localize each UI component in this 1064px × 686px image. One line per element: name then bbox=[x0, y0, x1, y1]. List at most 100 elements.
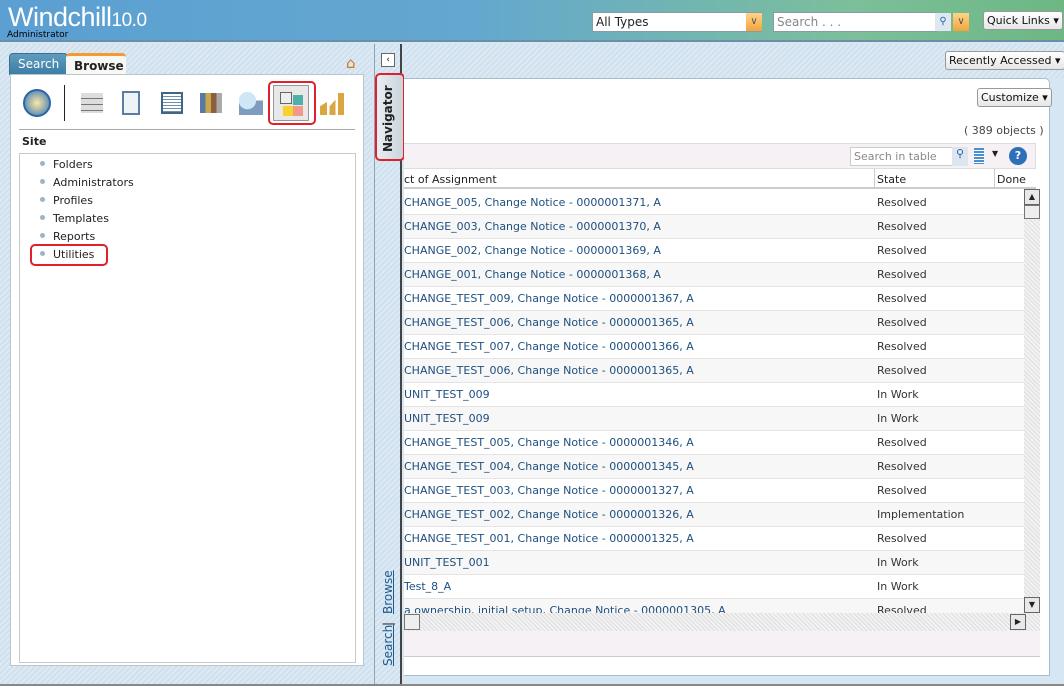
table-row: UNIT_TEST_009 In Work bbox=[404, 407, 1024, 431]
collapse-icon[interactable]: ‹ bbox=[381, 53, 395, 67]
table-footer bbox=[404, 631, 1040, 657]
tree-item-profiles[interactable]: Profiles bbox=[40, 194, 93, 207]
subject-link[interactable]: CHANGE_005, Change Notice - 0000001371, … bbox=[404, 196, 661, 209]
table-search-input[interactable]: Search in table bbox=[850, 147, 954, 166]
state-cell: Resolved bbox=[877, 316, 927, 329]
table-row: CHANGE_TEST_004, Change Notice - 0000001… bbox=[404, 455, 1024, 479]
state-cell: Resolved bbox=[877, 604, 927, 613]
state-cell: Resolved bbox=[877, 340, 927, 353]
assignments-panel: Customize ▾ ( 389 objects ) Search in ta… bbox=[404, 78, 1052, 676]
subject-link[interactable]: CHANGE_TEST_007, Change Notice - 0000001… bbox=[404, 340, 694, 353]
state-cell: In Work bbox=[877, 556, 919, 569]
subject-link[interactable]: UNIT_TEST_001 bbox=[404, 556, 490, 569]
search-icon[interactable]: ⚲ bbox=[935, 13, 951, 31]
libraries-icon[interactable] bbox=[161, 92, 183, 114]
subject-link[interactable]: CHANGE_003, Change Notice - 0000001370, … bbox=[404, 220, 661, 233]
scroll-up-icon[interactable]: ▲ bbox=[1024, 189, 1040, 205]
tree-item-reports[interactable]: Reports bbox=[39, 230, 95, 243]
table-toolbar: Search in table ⚲ ▼ ? bbox=[404, 143, 1036, 169]
subject-link[interactable]: CHANGE_TEST_006, Change Notice - 0000001… bbox=[404, 364, 694, 377]
state-cell: Resolved bbox=[877, 292, 927, 305]
scroll-thumb[interactable] bbox=[1024, 205, 1040, 219]
table-row: UNIT_TEST_009 In Work bbox=[404, 383, 1024, 407]
subject-link[interactable]: a ownership, initial setup, Change Notic… bbox=[404, 604, 726, 613]
table-body: CHANGE_005, Change Notice - 0000001371, … bbox=[404, 191, 1024, 613]
reports-icon[interactable] bbox=[320, 93, 344, 115]
table-header: ct of Assignment State Done bbox=[404, 169, 1036, 189]
state-cell: Resolved bbox=[877, 484, 927, 497]
browse-panel: Site Folders Administrators Profiles Tem… bbox=[10, 74, 364, 666]
search-icon[interactable]: ⚲ bbox=[952, 147, 968, 166]
vertical-scrollbar[interactable]: ▲ ▼ bbox=[1024, 189, 1040, 613]
projects-icon[interactable] bbox=[122, 91, 140, 115]
products-icon[interactable] bbox=[81, 93, 103, 113]
subject-link[interactable]: CHANGE_TEST_009, Change Notice - 0000001… bbox=[404, 292, 694, 305]
column-subject[interactable]: ct of Assignment bbox=[404, 173, 497, 186]
table-row: CHANGE_TEST_009, Change Notice - 0000001… bbox=[404, 287, 1024, 311]
table-row: CHANGE_TEST_001, Change Notice - 0000001… bbox=[404, 527, 1024, 551]
subject-link[interactable]: UNIT_TEST_009 bbox=[404, 388, 490, 401]
table-row: UNIT_TEST_001 In Work bbox=[404, 551, 1024, 575]
object-count: ( 389 objects ) bbox=[964, 124, 1044, 137]
programs-icon[interactable] bbox=[200, 93, 222, 113]
columns-icon[interactable] bbox=[974, 148, 984, 164]
table-row: CHANGE_TEST_006, Change Notice - 0000001… bbox=[404, 311, 1024, 335]
help-icon[interactable]: ? bbox=[1009, 147, 1027, 165]
recently-accessed-button[interactable]: Recently Accessed ▾ bbox=[945, 51, 1064, 70]
nav-search-link[interactable]: Search bbox=[381, 625, 395, 666]
table-row: CHANGE_001, Change Notice - 0000001368, … bbox=[404, 263, 1024, 287]
tree-item-templates[interactable]: Templates bbox=[40, 212, 109, 225]
tab-browse[interactable]: Browse bbox=[66, 53, 126, 75]
navigator-title: Navigator bbox=[381, 85, 395, 152]
customize-button[interactable]: Customize ▾ bbox=[977, 88, 1052, 107]
column-done[interactable]: Done bbox=[997, 173, 1026, 186]
state-cell: In Work bbox=[877, 580, 919, 593]
subject-link[interactable]: CHANGE_TEST_005, Change Notice - 0000001… bbox=[404, 436, 694, 449]
tab-search[interactable]: Search bbox=[9, 53, 69, 75]
table-row: CHANGE_002, Change Notice - 0000001369, … bbox=[404, 239, 1024, 263]
subject-link[interactable]: CHANGE_002, Change Notice - 0000001369, … bbox=[404, 244, 661, 257]
tree-item-administrators[interactable]: Administrators bbox=[40, 176, 134, 189]
nav-browse-link[interactable]: Browse bbox=[381, 570, 395, 614]
table-row: CHANGE_TEST_006, Change Notice - 0000001… bbox=[404, 359, 1024, 383]
selected-tool-highlight bbox=[268, 81, 316, 125]
table-row: CHANGE_005, Change Notice - 0000001371, … bbox=[404, 191, 1024, 215]
state-cell: Resolved bbox=[877, 532, 927, 545]
home-icon[interactable]: ⌂ bbox=[346, 54, 356, 72]
subject-link[interactable]: CHANGE_TEST_003, Change Notice - 0000001… bbox=[404, 484, 694, 497]
organizations-icon[interactable] bbox=[239, 91, 263, 115]
chevron-down-icon[interactable]: ▼ bbox=[992, 149, 998, 158]
state-cell: Resolved bbox=[877, 436, 927, 449]
scroll-down-icon[interactable]: ▼ bbox=[1024, 597, 1040, 613]
state-cell: Resolved bbox=[877, 196, 927, 209]
site-tree: Folders Administrators Profiles Template… bbox=[19, 153, 356, 663]
navigator-bar: ‹ Navigator Browse | Search bbox=[374, 44, 405, 684]
app-header: Windchill10.0 Administrator All Types ∨ … bbox=[0, 0, 1064, 42]
table-row: CHANGE_TEST_007, Change Notice - 0000001… bbox=[404, 335, 1024, 359]
type-select[interactable]: All Types bbox=[592, 12, 762, 32]
horizontal-scrollbar[interactable]: ▶ bbox=[404, 613, 1040, 631]
chevron-down-icon[interactable]: ∨ bbox=[953, 13, 969, 31]
chevron-down-icon[interactable]: ∨ bbox=[746, 13, 762, 31]
subject-link[interactable]: CHANGE_TEST_004, Change Notice - 0000001… bbox=[404, 460, 694, 473]
subject-link[interactable]: CHANGE_TEST_006, Change Notice - 0000001… bbox=[404, 316, 694, 329]
subject-link[interactable]: UNIT_TEST_009 bbox=[404, 412, 490, 425]
state-cell: Implementation bbox=[877, 508, 965, 521]
tree-item-folders[interactable]: Folders bbox=[40, 158, 93, 171]
column-state[interactable]: State bbox=[877, 173, 906, 186]
quick-links-button[interactable]: Quick Links ▾ bbox=[983, 11, 1063, 30]
subject-link[interactable]: CHANGE_TEST_002, Change Notice - 0000001… bbox=[404, 508, 694, 521]
utilities-highlight bbox=[30, 244, 108, 266]
state-cell: Resolved bbox=[877, 364, 927, 377]
recent-icon[interactable] bbox=[23, 89, 51, 117]
subject-link[interactable]: Test_8_A bbox=[404, 580, 451, 593]
subject-link[interactable]: CHANGE_TEST_001, Change Notice - 0000001… bbox=[404, 532, 694, 545]
state-cell: Resolved bbox=[877, 220, 927, 233]
scroll-thumb[interactable] bbox=[404, 614, 420, 630]
state-cell: In Work bbox=[877, 412, 919, 425]
search-input[interactable]: Search . . . bbox=[773, 12, 937, 32]
subject-link[interactable]: CHANGE_001, Change Notice - 0000001368, … bbox=[404, 268, 661, 281]
logo[interactable]: Windchill10.0 bbox=[8, 2, 147, 33]
scroll-right-icon[interactable]: ▶ bbox=[1010, 614, 1026, 630]
state-cell: Resolved bbox=[877, 268, 927, 281]
